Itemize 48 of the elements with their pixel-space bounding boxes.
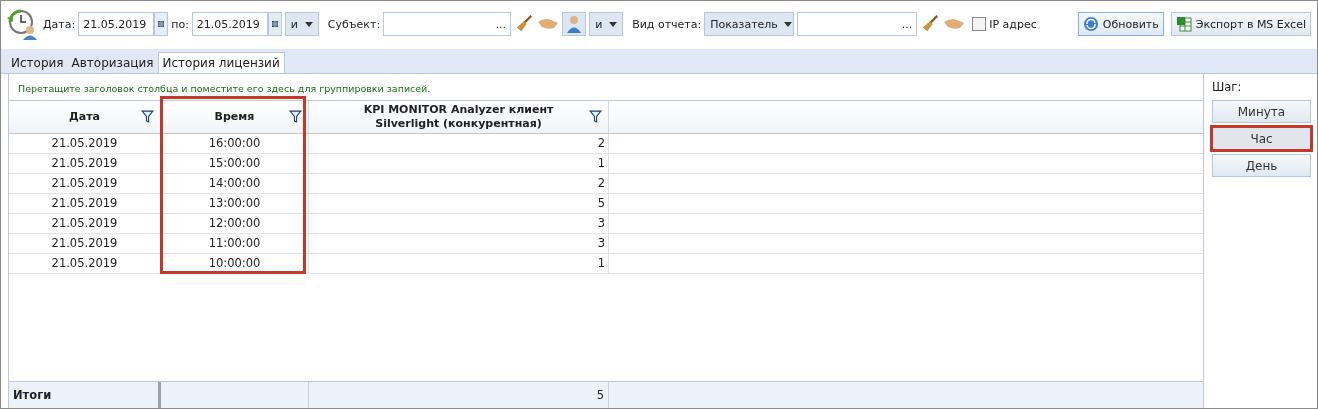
report-field[interactable]: ... [797,12,918,36]
table-cell: 2 [309,174,609,193]
table-cell: 3 [309,234,609,253]
date-from-label: Дата: [43,17,76,31]
step-button[interactable]: День [1212,154,1311,177]
table-cell: 10:00:00 [161,254,309,273]
date-from-field[interactable]: 21.05.2019 [78,12,155,36]
table-cell: 1 [309,154,609,173]
table-cell: 2 [309,134,609,153]
date-to-field[interactable]: 21.05.2019 [191,12,268,36]
table-cell: 21.05.2019 [9,194,161,213]
table-cell: 21.05.2019 [9,214,161,233]
table-cell: 16:00:00 [161,134,309,153]
table-cell: 11:00:00 [161,234,309,253]
column-header[interactable]: Дата [9,101,161,133]
table-cell: 15:00:00 [161,154,309,173]
logic-dropdown[interactable]: и [589,12,624,36]
step-button[interactable]: Минута [1212,100,1311,123]
export-button[interactable]: Экспорт в MS Excel [1170,12,1311,36]
table-cell: 5 [309,194,609,213]
table-cell: 13:00:00 [161,194,309,213]
ip-label: IP адрес [989,17,1037,31]
totals-value: 5 [309,382,609,408]
subject-field[interactable]: ... [383,12,512,36]
refresh-button[interactable]: Обновить [1077,12,1164,36]
group-hint: Перетащите заголовок столбца и поместите его здесь для группировки записей. [17,82,432,96]
tab[interactable]: История лицензий [157,52,285,73]
table-cell: 21.05.2019 [9,234,161,253]
table-cell: 21.05.2019 [9,154,161,173]
column-header[interactable]: KPI MONITOR Analyzer клиент Silverlight (конкурентная) [309,101,609,133]
table-cell: 3 [309,214,609,233]
logic-dropdown[interactable]: и [284,12,319,36]
report-type-label: Вид отчета: [632,17,702,31]
tab[interactable]: История [7,53,68,73]
table-cell: 14:00:00 [161,174,309,193]
step-button[interactable]: Час [1212,127,1311,150]
tab[interactable]: Авторизация [67,53,158,73]
subject-label: Субъект: [327,17,381,31]
table-cell: 1 [309,254,609,273]
table-cell: 12:00:00 [161,214,309,233]
table-cell: 21.05.2019 [9,134,161,153]
column-header[interactable]: Время [161,101,309,133]
date-to-label: по: [171,17,189,31]
report-type-dropdown[interactable]: Показатель [704,12,795,36]
step-label: Шаг: [1212,80,1243,94]
totals-label: Итоги [9,382,161,408]
table-cell: 21.05.2019 [9,174,161,193]
table-cell: 21.05.2019 [9,254,161,273]
